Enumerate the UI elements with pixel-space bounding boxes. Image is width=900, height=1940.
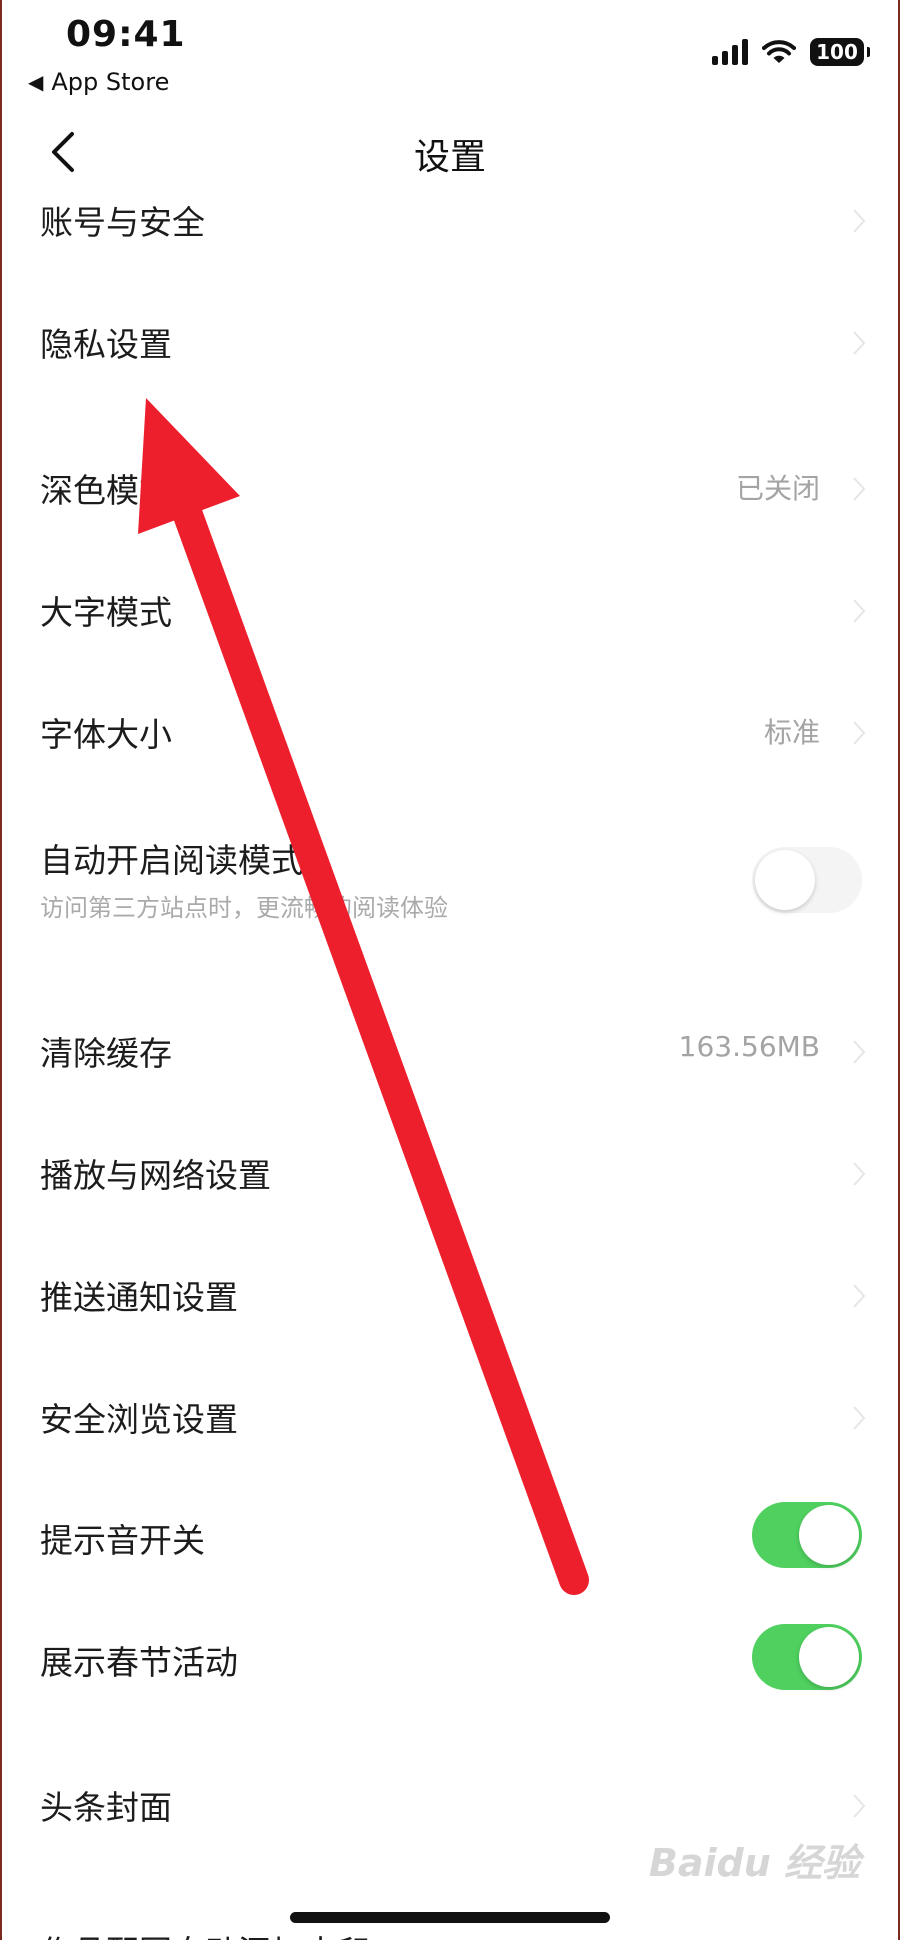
setting-large-text[interactable]: 大字模式: [0, 562, 900, 652]
setting-label: 账号与安全: [40, 203, 205, 242]
setting-label: 深色模式: [40, 471, 172, 510]
setting-sound-toggle: 提示音开关: [0, 1490, 900, 1580]
setting-value: 已关闭: [735, 472, 820, 505]
toggle-knob: [799, 1627, 859, 1687]
setting-label: 自动开启阅读模式: [40, 841, 304, 880]
setting-label: 隐私设置: [40, 325, 172, 364]
setting-label: 清除缓存: [40, 1034, 172, 1073]
setting-account-security[interactable]: 账号与安全: [0, 180, 900, 260]
setting-reading-mode: 自动开启阅读模式 访问第三方站点时，更流畅的阅读体验: [0, 820, 900, 940]
battery-level: 100: [816, 40, 858, 64]
setting-font-size[interactable]: 字体大小 标准: [0, 684, 900, 774]
wifi-icon: [762, 40, 796, 63]
setting-push-notifications[interactable]: 推送通知设置: [0, 1247, 900, 1337]
battery-icon: 100: [810, 38, 870, 66]
sound-toggle-switch[interactable]: [752, 1502, 862, 1568]
back-to-app-link[interactable]: ◀ App Store: [28, 68, 169, 96]
status-indicators: 100: [712, 38, 870, 66]
chevron-right-icon: [853, 599, 866, 623]
chevron-right-icon: [853, 1794, 866, 1818]
cellular-signal-icon: [712, 39, 748, 65]
page-title: 设置: [413, 137, 486, 178]
setting-label: 播放与网络设置: [40, 1156, 271, 1195]
setting-clear-cache[interactable]: 清除缓存 163.56MB: [0, 1003, 900, 1093]
setting-label: 字体大小: [40, 715, 172, 754]
setting-label: 提示音开关: [40, 1521, 205, 1560]
chevron-right-icon: [853, 477, 866, 501]
setting-safe-browsing[interactable]: 安全浏览设置: [0, 1369, 900, 1459]
setting-spring-festival: 展示春节活动: [0, 1612, 900, 1702]
setting-label: 大字模式: [40, 593, 172, 632]
back-to-app-label: App Store: [51, 68, 170, 96]
setting-dark-mode[interactable]: 深色模式 已关闭: [0, 440, 900, 530]
setting-description: 访问第三方站点时，更流畅的阅读体验: [40, 894, 448, 922]
setting-label: 推送通知设置: [40, 1278, 238, 1317]
setting-value: 标准: [763, 716, 820, 749]
chevron-right-icon: [853, 1406, 866, 1430]
status-time: 09:41: [66, 14, 186, 55]
cache-size-value: 163.56MB: [678, 1030, 820, 1063]
setting-playback-network[interactable]: 播放与网络设置: [0, 1125, 900, 1215]
spring-festival-toggle-switch[interactable]: [752, 1624, 862, 1690]
chevron-right-icon: [853, 209, 866, 233]
frame-left-edge: [0, 0, 2, 1940]
chevron-right-icon: [853, 721, 866, 745]
setting-label: 头条封面: [40, 1788, 172, 1827]
toggle-knob: [755, 850, 815, 910]
setting-label: 作品配图自动添加水印: [40, 1926, 370, 1940]
chevron-right-icon: [853, 331, 866, 355]
chevron-right-icon: [853, 1284, 866, 1308]
baidu-watermark: Baidu 经验: [648, 1841, 860, 1885]
setting-label: 安全浏览设置: [40, 1400, 238, 1439]
chevron-right-icon: [853, 1162, 866, 1186]
setting-label: 展示春节活动: [40, 1643, 238, 1682]
chevron-right-icon: [853, 1040, 866, 1064]
back-triangle-icon: ◀: [28, 70, 44, 94]
setting-privacy[interactable]: 隐私设置: [0, 295, 900, 385]
toggle-knob: [799, 1505, 859, 1565]
reading-mode-toggle[interactable]: [752, 847, 862, 913]
home-indicator[interactable]: [290, 1912, 610, 1923]
